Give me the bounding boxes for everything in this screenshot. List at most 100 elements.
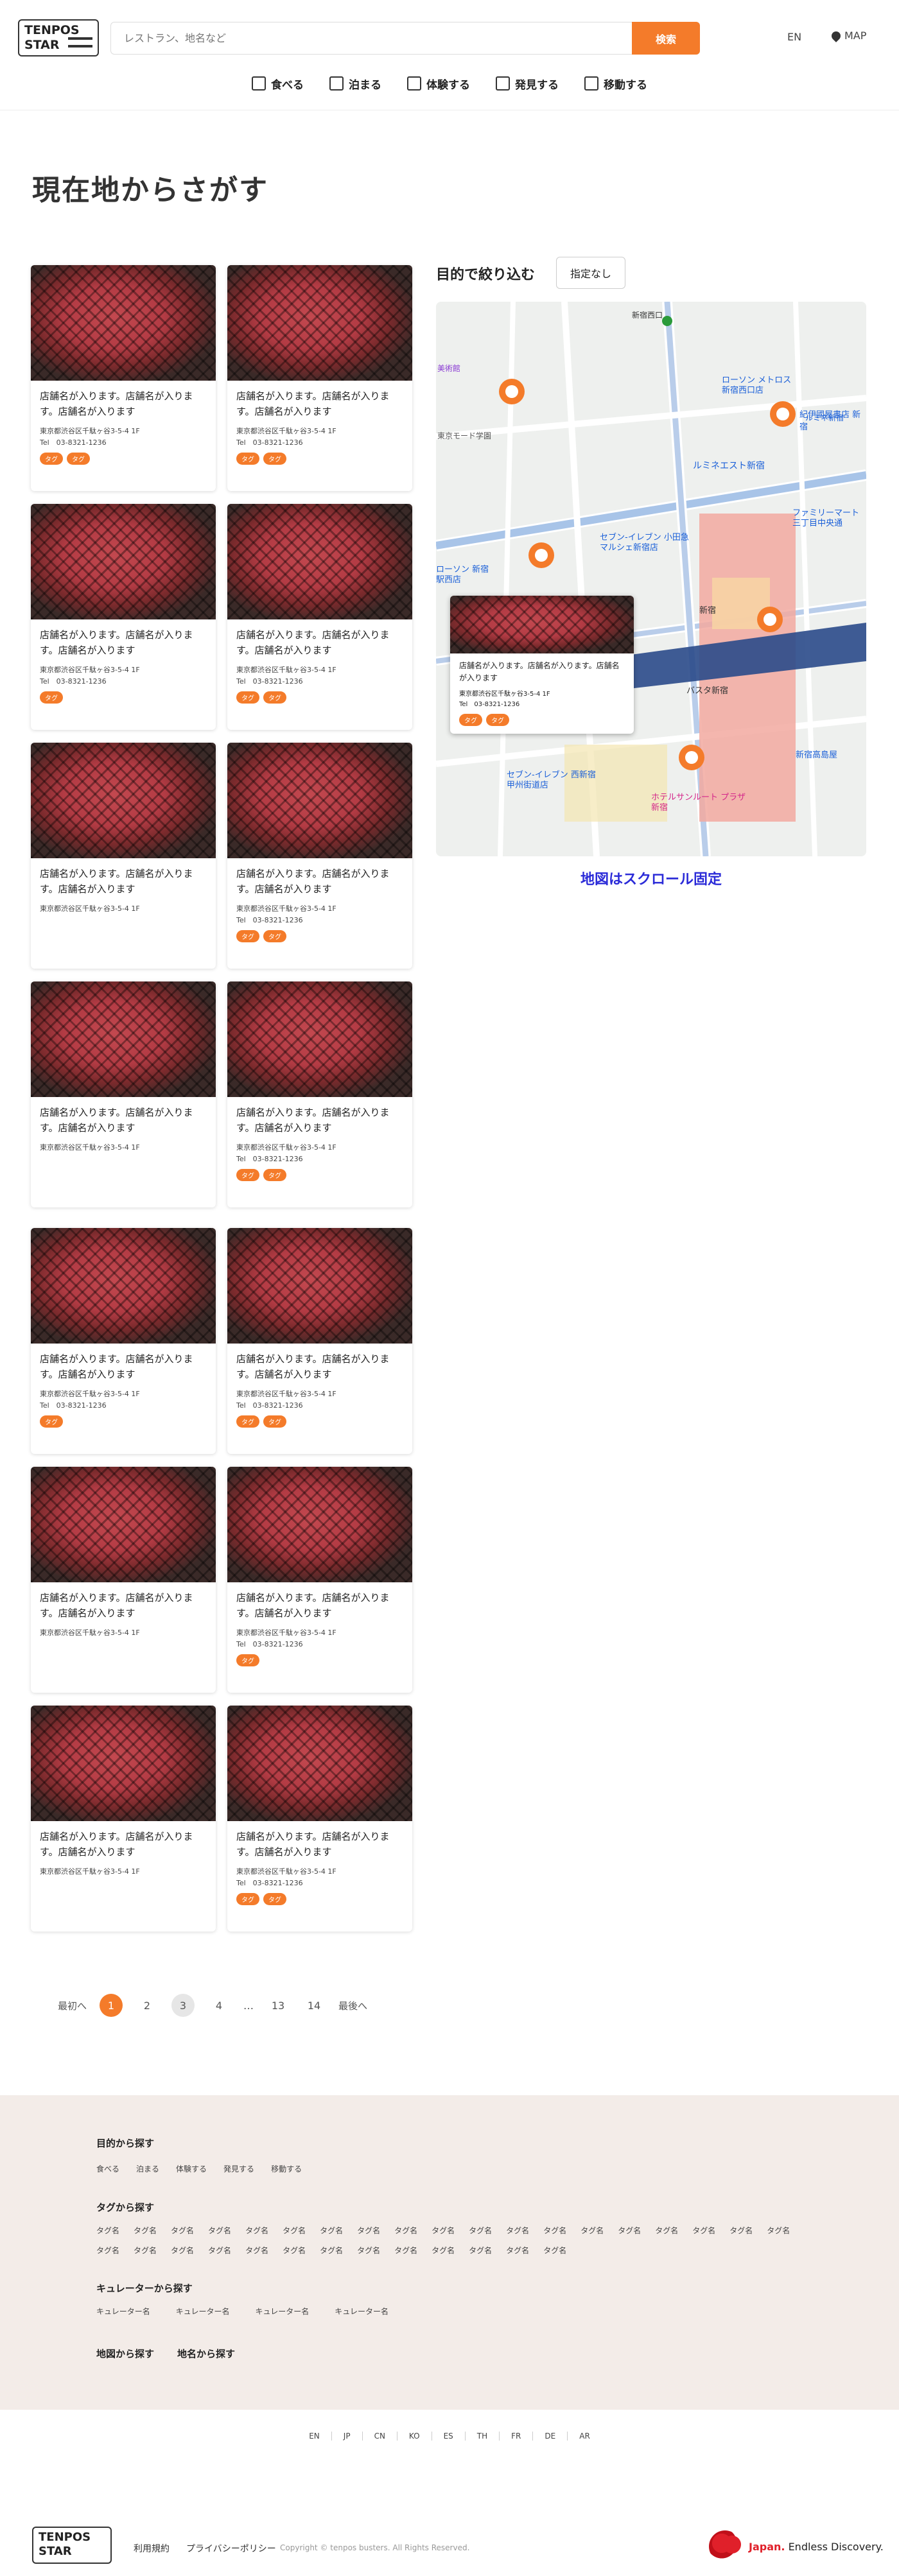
tag-badge[interactable]: タグ bbox=[67, 453, 90, 465]
footer-tag-link[interactable]: タグ名 bbox=[543, 2245, 566, 2256]
nav-eat[interactable]: 食べる bbox=[252, 71, 304, 96]
footer-curator-link[interactable]: キュレーター名 bbox=[335, 2306, 388, 2317]
pager-page-2[interactable]: 2 bbox=[135, 1994, 159, 2017]
pager-last[interactable]: 最後へ bbox=[338, 1999, 367, 2012]
store-card[interactable]: 店舗名が入ります。店舗名が入ります。店舗名が入ります 東京都渋谷区千駄ヶ谷3-5-… bbox=[227, 743, 412, 969]
filter-select-button[interactable]: 指定なし bbox=[556, 257, 625, 289]
footer-tag-link[interactable]: タグ名 bbox=[245, 2245, 268, 2256]
pager-page-3[interactable]: 3 bbox=[171, 1994, 195, 2017]
footer-purpose-link[interactable]: 移動する bbox=[271, 2163, 302, 2174]
footer-curator-link[interactable]: キュレーター名 bbox=[96, 2306, 150, 2317]
store-card[interactable]: 店舗名が入ります。店舗名が入ります。店舗名が入ります 東京都渋谷区千駄ヶ谷3-5-… bbox=[31, 1467, 216, 1693]
store-card[interactable]: 店舗名が入ります。店舗名が入ります。店舗名が入ります 東京都渋谷区千駄ヶ谷3-5-… bbox=[31, 743, 216, 969]
pager-page-14[interactable]: 14 bbox=[302, 1994, 326, 2017]
footer-tag-link[interactable]: タグ名 bbox=[357, 2245, 380, 2256]
language-option[interactable]: TH bbox=[464, 2432, 499, 2441]
language-option[interactable]: ES bbox=[431, 2432, 465, 2441]
footer-tag-link[interactable]: タグ名 bbox=[96, 2245, 119, 2256]
pager-page-4[interactable]: 4 bbox=[207, 1994, 231, 2017]
footer-tag-link[interactable]: タグ名 bbox=[506, 2245, 529, 2256]
footer-tag-link[interactable]: タグ名 bbox=[171, 2225, 194, 2236]
footer-map-search[interactable]: 地図から探す bbox=[96, 2347, 154, 2360]
footer-tag-link[interactable]: タグ名 bbox=[469, 2225, 492, 2236]
footer-tag-link[interactable]: タグ名 bbox=[469, 2245, 492, 2256]
footer-tag-link[interactable]: タグ名 bbox=[134, 2225, 157, 2236]
footer-purpose-link[interactable]: 発見する bbox=[223, 2163, 254, 2174]
store-card[interactable]: 店舗名が入ります。店舗名が入ります。店舗名が入ります 東京都渋谷区千駄ヶ谷3-5-… bbox=[227, 1228, 412, 1454]
footer-tag-link[interactable]: タグ名 bbox=[283, 2245, 306, 2256]
map-link[interactable]: MAP bbox=[830, 29, 866, 42]
tag-badge[interactable]: タグ bbox=[263, 1169, 286, 1181]
tag-badge[interactable]: タグ bbox=[236, 1893, 259, 1905]
footer-purpose-link[interactable]: 泊まる bbox=[136, 2163, 159, 2174]
language-option[interactable]: DE bbox=[532, 2432, 567, 2441]
footer-purpose-link[interactable]: 食べる bbox=[96, 2163, 119, 2174]
footer-purpose-link[interactable]: 体験する bbox=[176, 2163, 207, 2174]
nav-experience[interactable]: 体験する bbox=[407, 71, 470, 96]
terms-link[interactable]: 利用規約 bbox=[134, 2542, 170, 2555]
nav-discover[interactable]: 発見する bbox=[496, 71, 559, 96]
language-option[interactable]: KO bbox=[396, 2432, 432, 2441]
nav-move[interactable]: 移動する bbox=[584, 71, 647, 96]
tag-badge[interactable]: タグ bbox=[486, 714, 509, 726]
footer-tag-link[interactable]: タグ名 bbox=[432, 2245, 455, 2256]
nav-stay[interactable]: 泊まる bbox=[329, 71, 381, 96]
store-card[interactable]: 店舗名が入ります。店舗名が入ります。店舗名が入ります 東京都渋谷区千駄ヶ谷3-5-… bbox=[31, 504, 216, 730]
tag-badge[interactable]: タグ bbox=[236, 1654, 259, 1666]
store-card[interactable]: 店舗名が入ります。店舗名が入ります。店舗名が入ります 東京都渋谷区千駄ヶ谷3-5-… bbox=[31, 265, 216, 491]
footer-tag-link[interactable]: タグ名 bbox=[618, 2225, 641, 2236]
footer-tag-link[interactable]: タグ名 bbox=[767, 2225, 790, 2236]
tag-badge[interactable]: タグ bbox=[40, 453, 63, 465]
store-card[interactable]: 店舗名が入ります。店舗名が入ります。店舗名が入ります 東京都渋谷区千駄ヶ谷3-5-… bbox=[227, 504, 412, 730]
language-option[interactable]: JP bbox=[331, 2432, 362, 2441]
footer-curator-link[interactable]: キュレーター名 bbox=[256, 2306, 310, 2317]
store-card[interactable]: 店舗名が入ります。店舗名が入ります。店舗名が入ります 東京都渋谷区千駄ヶ谷3-5-… bbox=[31, 1706, 216, 1932]
store-card[interactable]: 店舗名が入ります。店舗名が入ります。店舗名が入ります 東京都渋谷区千駄ヶ谷3-5-… bbox=[31, 1228, 216, 1454]
language-option[interactable]: AR bbox=[567, 2432, 602, 2441]
map-popup-card[interactable]: 店舗名が入ります。店舗名が入ります。店舗名が入ります 東京都渋谷区千駄ヶ谷3-5… bbox=[450, 596, 634, 734]
footer-tag-link[interactable]: タグ名 bbox=[506, 2225, 529, 2236]
tag-badge[interactable]: タグ bbox=[236, 691, 259, 704]
footer-tag-link[interactable]: タグ名 bbox=[134, 2245, 157, 2256]
footer-tag-link[interactable]: タグ名 bbox=[96, 2225, 119, 2236]
footer-area-search[interactable]: 地名から探す bbox=[177, 2347, 235, 2360]
language-option[interactable]: EN bbox=[297, 2432, 331, 2441]
store-card[interactable]: 店舗名が入ります。店舗名が入ります。店舗名が入ります 東京都渋谷区千駄ヶ谷3-5-… bbox=[227, 265, 412, 491]
tag-badge[interactable]: タグ bbox=[263, 930, 286, 942]
store-card[interactable]: 店舗名が入ります。店舗名が入ります。店舗名が入ります 東京都渋谷区千駄ヶ谷3-5-… bbox=[31, 981, 216, 1207]
footer-tag-link[interactable]: タグ名 bbox=[171, 2245, 194, 2256]
tag-badge[interactable]: タグ bbox=[459, 714, 482, 726]
language-option[interactable]: FR bbox=[499, 2432, 532, 2441]
footer-tag-link[interactable]: タグ名 bbox=[432, 2225, 455, 2236]
language-switch[interactable]: EN bbox=[787, 31, 801, 43]
footer-tag-link[interactable]: タグ名 bbox=[320, 2245, 343, 2256]
footer-logo[interactable]: TENPOS STAR bbox=[32, 2527, 112, 2564]
footer-tag-link[interactable]: タグ名 bbox=[692, 2225, 715, 2236]
footer-tag-link[interactable]: タグ名 bbox=[208, 2245, 231, 2256]
store-card[interactable]: 店舗名が入ります。店舗名が入ります。店舗名が入ります 東京都渋谷区千駄ヶ谷3-5-… bbox=[227, 981, 412, 1207]
tag-badge[interactable]: タグ bbox=[236, 453, 259, 465]
footer-tag-link[interactable]: タグ名 bbox=[208, 2225, 231, 2236]
language-option[interactable]: CN bbox=[362, 2432, 397, 2441]
footer-tag-link[interactable]: タグ名 bbox=[394, 2245, 417, 2256]
footer-curator-link[interactable]: キュレーター名 bbox=[176, 2306, 230, 2317]
store-card[interactable]: 店舗名が入ります。店舗名が入ります。店舗名が入ります 東京都渋谷区千駄ヶ谷3-5-… bbox=[227, 1706, 412, 1932]
privacy-link[interactable]: プライバシーポリシー bbox=[186, 2542, 276, 2555]
footer-tag-link[interactable]: タグ名 bbox=[580, 2225, 604, 2236]
pager-page-13[interactable]: 13 bbox=[266, 1994, 290, 2017]
tag-badge[interactable]: タグ bbox=[263, 1415, 286, 1428]
search-button[interactable]: 検索 bbox=[632, 22, 700, 55]
footer-tag-link[interactable]: タグ名 bbox=[245, 2225, 268, 2236]
pager-first[interactable]: 最初へ bbox=[58, 1999, 87, 2012]
tag-badge[interactable]: タグ bbox=[263, 691, 286, 704]
footer-tag-link[interactable]: タグ名 bbox=[394, 2225, 417, 2236]
store-card[interactable]: 店舗名が入ります。店舗名が入ります。店舗名が入ります 東京都渋谷区千駄ヶ谷3-5-… bbox=[227, 1467, 412, 1693]
tag-badge[interactable]: タグ bbox=[40, 1415, 63, 1428]
tag-badge[interactable]: タグ bbox=[40, 691, 63, 704]
pager-page-1[interactable]: 1 bbox=[100, 1994, 123, 2017]
footer-tag-link[interactable]: タグ名 bbox=[655, 2225, 678, 2236]
tag-badge[interactable]: タグ bbox=[263, 453, 286, 465]
map-view[interactable]: 新宿西口 ローソン メトロス 新宿西口店 紀伊國屋書店 新宿 ルミネエスト新宿 … bbox=[436, 302, 866, 856]
site-logo[interactable]: TENPOS STAR bbox=[18, 19, 99, 56]
tag-badge[interactable]: タグ bbox=[236, 1415, 259, 1428]
